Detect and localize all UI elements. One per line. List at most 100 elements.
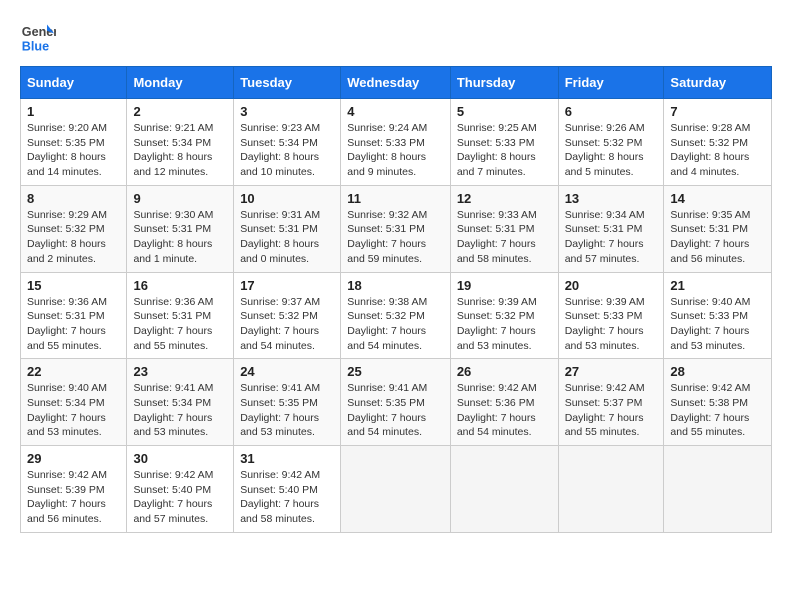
day-info: Sunrise: 9:41 AM Sunset: 5:35 PM Dayligh…	[347, 381, 444, 440]
day-number: 26	[457, 364, 552, 379]
day-info: Sunrise: 9:42 AM Sunset: 5:37 PM Dayligh…	[565, 381, 658, 440]
day-number: 7	[670, 104, 765, 119]
day-cell: 10 Sunrise: 9:31 AM Sunset: 5:31 PM Dayl…	[234, 185, 341, 272]
day-info: Sunrise: 9:36 AM Sunset: 5:31 PM Dayligh…	[133, 295, 227, 354]
day-info: Sunrise: 9:42 AM Sunset: 5:38 PM Dayligh…	[670, 381, 765, 440]
day-cell	[558, 446, 664, 533]
day-cell: 21 Sunrise: 9:40 AM Sunset: 5:33 PM Dayl…	[664, 272, 772, 359]
weekday-monday: Monday	[127, 67, 234, 99]
logo: General Blue	[20, 20, 56, 56]
svg-text:Blue: Blue	[22, 40, 49, 54]
day-cell: 5 Sunrise: 9:25 AM Sunset: 5:33 PM Dayli…	[450, 99, 558, 186]
day-number: 10	[240, 191, 334, 206]
weekday-sunday: Sunday	[21, 67, 127, 99]
calendar-body: 1 Sunrise: 9:20 AM Sunset: 5:35 PM Dayli…	[21, 99, 772, 533]
day-info: Sunrise: 9:39 AM Sunset: 5:32 PM Dayligh…	[457, 295, 552, 354]
day-cell: 17 Sunrise: 9:37 AM Sunset: 5:32 PM Dayl…	[234, 272, 341, 359]
day-cell	[664, 446, 772, 533]
day-info: Sunrise: 9:41 AM Sunset: 5:35 PM Dayligh…	[240, 381, 334, 440]
day-number: 23	[133, 364, 227, 379]
day-number: 31	[240, 451, 334, 466]
weekday-thursday: Thursday	[450, 67, 558, 99]
day-info: Sunrise: 9:30 AM Sunset: 5:31 PM Dayligh…	[133, 208, 227, 267]
day-info: Sunrise: 9:40 AM Sunset: 5:34 PM Dayligh…	[27, 381, 120, 440]
day-number: 17	[240, 278, 334, 293]
day-info: Sunrise: 9:25 AM Sunset: 5:33 PM Dayligh…	[457, 121, 552, 180]
day-number: 16	[133, 278, 227, 293]
day-cell: 8 Sunrise: 9:29 AM Sunset: 5:32 PM Dayli…	[21, 185, 127, 272]
day-info: Sunrise: 9:40 AM Sunset: 5:33 PM Dayligh…	[670, 295, 765, 354]
logo-icon: General Blue	[20, 20, 56, 56]
week-row-2: 8 Sunrise: 9:29 AM Sunset: 5:32 PM Dayli…	[21, 185, 772, 272]
day-info: Sunrise: 9:20 AM Sunset: 5:35 PM Dayligh…	[27, 121, 120, 180]
day-number: 20	[565, 278, 658, 293]
day-cell: 30 Sunrise: 9:42 AM Sunset: 5:40 PM Dayl…	[127, 446, 234, 533]
day-cell: 13 Sunrise: 9:34 AM Sunset: 5:31 PM Dayl…	[558, 185, 664, 272]
day-number: 13	[565, 191, 658, 206]
weekday-tuesday: Tuesday	[234, 67, 341, 99]
day-number: 8	[27, 191, 120, 206]
day-info: Sunrise: 9:42 AM Sunset: 5:40 PM Dayligh…	[133, 468, 227, 527]
day-number: 11	[347, 191, 444, 206]
day-cell: 15 Sunrise: 9:36 AM Sunset: 5:31 PM Dayl…	[21, 272, 127, 359]
day-cell: 16 Sunrise: 9:36 AM Sunset: 5:31 PM Dayl…	[127, 272, 234, 359]
day-cell	[450, 446, 558, 533]
day-info: Sunrise: 9:23 AM Sunset: 5:34 PM Dayligh…	[240, 121, 334, 180]
day-number: 12	[457, 191, 552, 206]
weekday-wednesday: Wednesday	[341, 67, 451, 99]
day-cell: 11 Sunrise: 9:32 AM Sunset: 5:31 PM Dayl…	[341, 185, 451, 272]
day-number: 5	[457, 104, 552, 119]
day-info: Sunrise: 9:39 AM Sunset: 5:33 PM Dayligh…	[565, 295, 658, 354]
day-info: Sunrise: 9:28 AM Sunset: 5:32 PM Dayligh…	[670, 121, 765, 180]
day-number: 30	[133, 451, 227, 466]
day-info: Sunrise: 9:24 AM Sunset: 5:33 PM Dayligh…	[347, 121, 444, 180]
weekday-saturday: Saturday	[664, 67, 772, 99]
day-number: 4	[347, 104, 444, 119]
day-info: Sunrise: 9:21 AM Sunset: 5:34 PM Dayligh…	[133, 121, 227, 180]
day-number: 1	[27, 104, 120, 119]
day-cell: 22 Sunrise: 9:40 AM Sunset: 5:34 PM Dayl…	[21, 359, 127, 446]
day-info: Sunrise: 9:42 AM Sunset: 5:40 PM Dayligh…	[240, 468, 334, 527]
day-number: 6	[565, 104, 658, 119]
day-cell: 14 Sunrise: 9:35 AM Sunset: 5:31 PM Dayl…	[664, 185, 772, 272]
day-info: Sunrise: 9:34 AM Sunset: 5:31 PM Dayligh…	[565, 208, 658, 267]
day-cell: 23 Sunrise: 9:41 AM Sunset: 5:34 PM Dayl…	[127, 359, 234, 446]
day-cell: 18 Sunrise: 9:38 AM Sunset: 5:32 PM Dayl…	[341, 272, 451, 359]
day-cell	[341, 446, 451, 533]
day-info: Sunrise: 9:42 AM Sunset: 5:36 PM Dayligh…	[457, 381, 552, 440]
day-info: Sunrise: 9:35 AM Sunset: 5:31 PM Dayligh…	[670, 208, 765, 267]
day-info: Sunrise: 9:36 AM Sunset: 5:31 PM Dayligh…	[27, 295, 120, 354]
day-info: Sunrise: 9:31 AM Sunset: 5:31 PM Dayligh…	[240, 208, 334, 267]
day-number: 3	[240, 104, 334, 119]
week-row-3: 15 Sunrise: 9:36 AM Sunset: 5:31 PM Dayl…	[21, 272, 772, 359]
day-number: 14	[670, 191, 765, 206]
day-cell: 1 Sunrise: 9:20 AM Sunset: 5:35 PM Dayli…	[21, 99, 127, 186]
day-cell: 6 Sunrise: 9:26 AM Sunset: 5:32 PM Dayli…	[558, 99, 664, 186]
day-number: 19	[457, 278, 552, 293]
day-number: 22	[27, 364, 120, 379]
weekday-friday: Friday	[558, 67, 664, 99]
day-cell: 12 Sunrise: 9:33 AM Sunset: 5:31 PM Dayl…	[450, 185, 558, 272]
day-info: Sunrise: 9:41 AM Sunset: 5:34 PM Dayligh…	[133, 381, 227, 440]
day-number: 15	[27, 278, 120, 293]
week-row-1: 1 Sunrise: 9:20 AM Sunset: 5:35 PM Dayli…	[21, 99, 772, 186]
day-number: 28	[670, 364, 765, 379]
day-cell: 24 Sunrise: 9:41 AM Sunset: 5:35 PM Dayl…	[234, 359, 341, 446]
page-header: General Blue	[20, 20, 772, 56]
day-number: 25	[347, 364, 444, 379]
day-cell: 29 Sunrise: 9:42 AM Sunset: 5:39 PM Dayl…	[21, 446, 127, 533]
day-cell: 9 Sunrise: 9:30 AM Sunset: 5:31 PM Dayli…	[127, 185, 234, 272]
day-number: 24	[240, 364, 334, 379]
day-cell: 20 Sunrise: 9:39 AM Sunset: 5:33 PM Dayl…	[558, 272, 664, 359]
week-row-4: 22 Sunrise: 9:40 AM Sunset: 5:34 PM Dayl…	[21, 359, 772, 446]
week-row-5: 29 Sunrise: 9:42 AM Sunset: 5:39 PM Dayl…	[21, 446, 772, 533]
day-cell: 7 Sunrise: 9:28 AM Sunset: 5:32 PM Dayli…	[664, 99, 772, 186]
day-cell: 19 Sunrise: 9:39 AM Sunset: 5:32 PM Dayl…	[450, 272, 558, 359]
day-info: Sunrise: 9:26 AM Sunset: 5:32 PM Dayligh…	[565, 121, 658, 180]
day-info: Sunrise: 9:29 AM Sunset: 5:32 PM Dayligh…	[27, 208, 120, 267]
day-cell: 31 Sunrise: 9:42 AM Sunset: 5:40 PM Dayl…	[234, 446, 341, 533]
calendar-table: SundayMondayTuesdayWednesdayThursdayFrid…	[20, 66, 772, 533]
day-cell: 2 Sunrise: 9:21 AM Sunset: 5:34 PM Dayli…	[127, 99, 234, 186]
day-number: 9	[133, 191, 227, 206]
day-cell: 4 Sunrise: 9:24 AM Sunset: 5:33 PM Dayli…	[341, 99, 451, 186]
